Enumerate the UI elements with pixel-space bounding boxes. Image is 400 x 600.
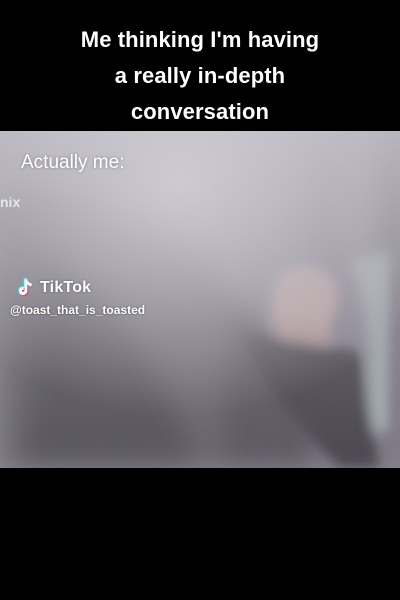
tiktok-watermark: TikTok [14,277,91,299]
tiktok-username: @toast_that_is_toasted [10,303,146,317]
video-scene-image [0,131,400,468]
caption-line-1: Me thinking I'm having [80,27,320,52]
caption-line-2: a really in-depth [114,63,286,88]
meme-caption: Me thinking I'm having a really in-depth… [10,22,390,130]
tiktok-note-icon [18,277,32,297]
overlay-caption: Actually me: [21,152,125,173]
caption-line-3: conversation [130,99,270,124]
meme-frame: Me thinking I'm having a really in-depth… [0,0,400,600]
tiktok-brand-name: TikTok [40,279,92,296]
video-still: Actually me: nix TikTok @toast_that_is_t… [0,131,400,468]
cropped-edge-text: nix [0,194,21,210]
